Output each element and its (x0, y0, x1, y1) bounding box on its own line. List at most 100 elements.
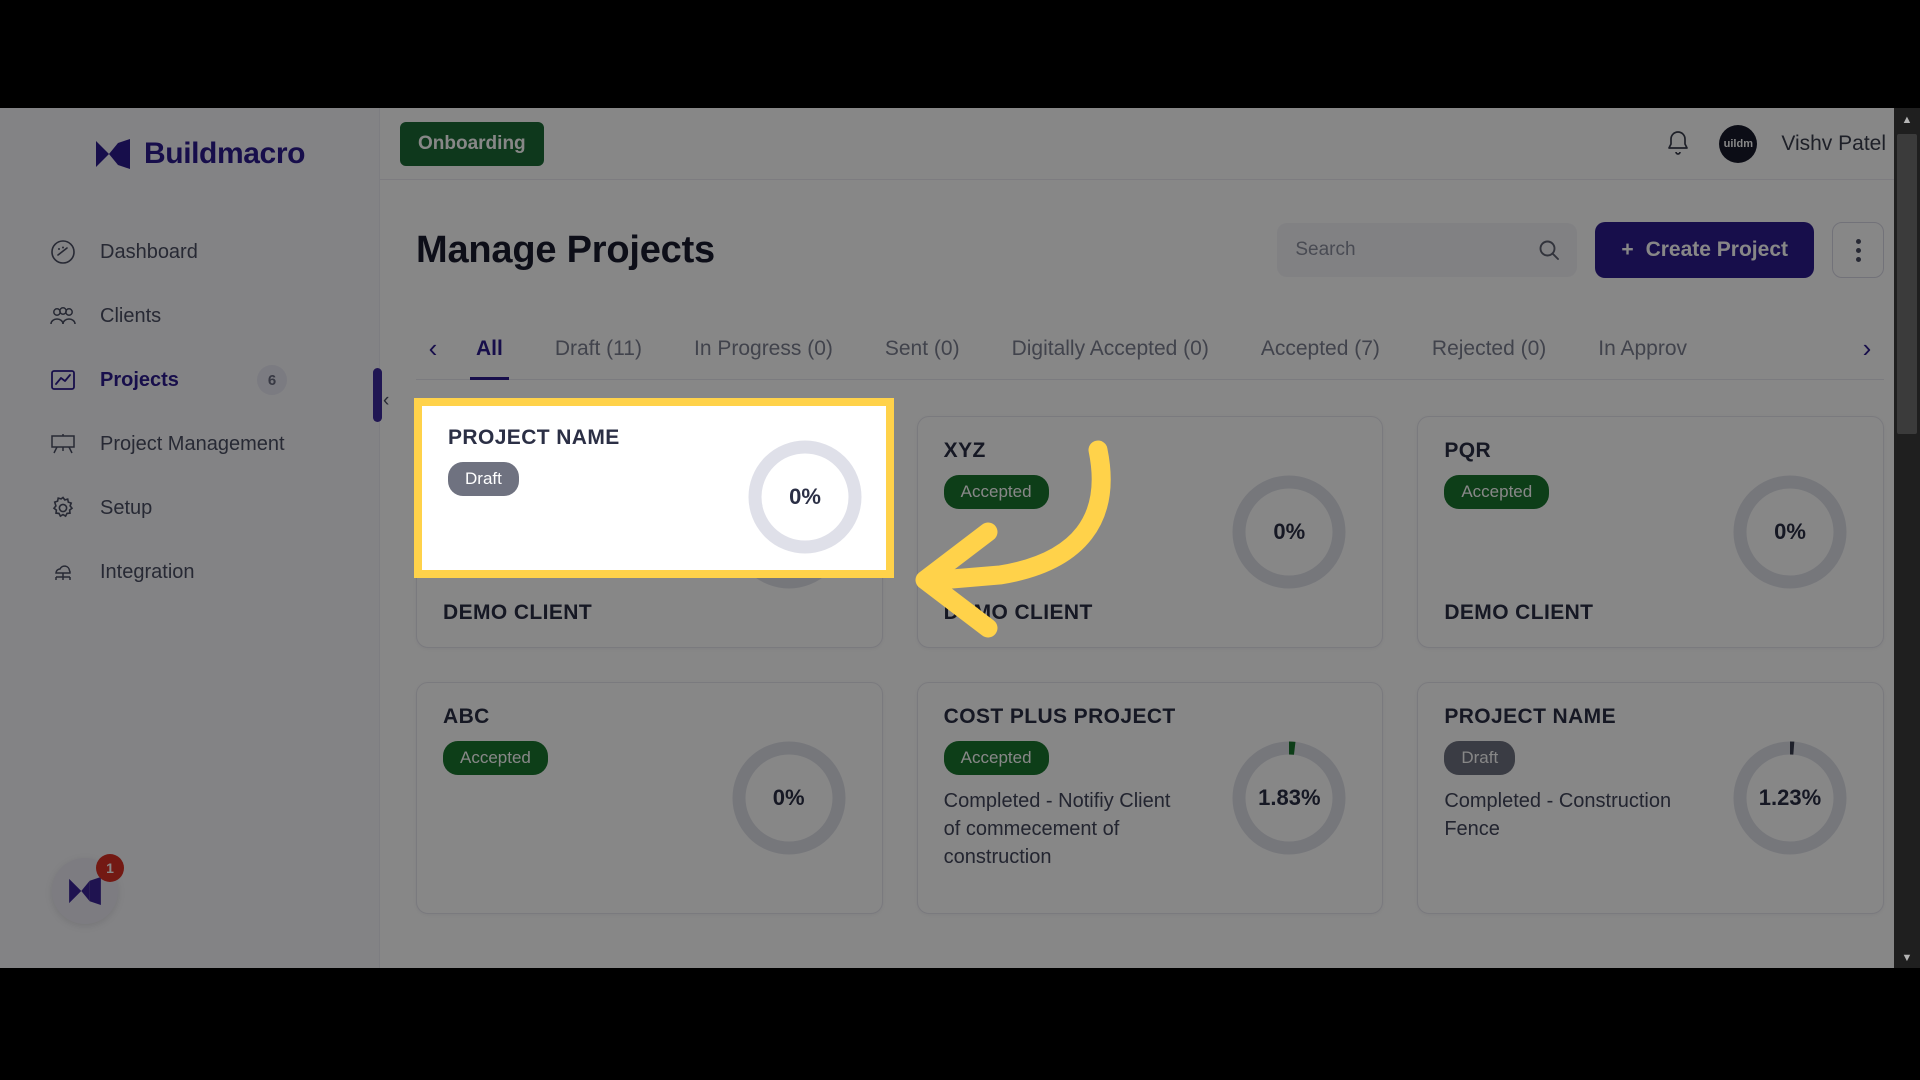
status-badge: Accepted (943, 741, 1049, 775)
sidebar-item-label: Project Management (100, 432, 285, 455)
project-card[interactable]: ABC Accepted 0% (416, 682, 883, 914)
sidebar-item-label: Clients (100, 304, 162, 327)
scrollbar-thumb[interactable] (1897, 134, 1917, 434)
tab-rejected[interactable]: Rejected (0) (1406, 318, 1572, 380)
status-tabs: ‹ All Draft (11) In Progress (0) Sent (0… (416, 318, 1884, 380)
projects-count-badge: 6 (257, 365, 287, 395)
project-name: COST PLUS PROJECT (943, 705, 1176, 728)
project-name: PQR (1444, 439, 1492, 462)
status-badge: Accepted (943, 475, 1049, 509)
project-card[interactable]: COST PLUS PROJECT Accepted Completed - N… (916, 682, 1384, 914)
sidebar-item-setup[interactable]: Setup (0, 476, 379, 540)
progress-donut: 0% (1230, 473, 1348, 591)
status-badge: Accepted (1444, 475, 1550, 509)
sidebar-item-label: Projects (100, 368, 179, 391)
projects-grid: PROJECT NAME Draft DEMO CLIENT 0% XYZ Ac… (416, 416, 1884, 914)
progress-label: 0% (772, 519, 805, 544)
header-actions: + Create Project (1277, 222, 1884, 278)
people-group-icon (48, 301, 78, 331)
screen: Buildmacro Dashboard Clients Projects 6 … (0, 0, 1920, 1080)
brand-logo[interactable]: Buildmacro (0, 108, 379, 178)
project-name: ABC (443, 705, 490, 728)
project-name: PROJECT NAME (443, 439, 615, 462)
sidebar: Buildmacro Dashboard Clients Projects 6 … (0, 108, 380, 968)
project-note: Completed - Construction Fence (1444, 790, 1672, 840)
application-window: Buildmacro Dashboard Clients Projects 6 … (0, 108, 1920, 968)
buildmacro-logo-icon (96, 139, 130, 169)
create-project-button[interactable]: + Create Project (1595, 222, 1814, 278)
chart-line-icon (48, 365, 78, 395)
plus-icon: + (1621, 238, 1634, 261)
progress-donut: 1.83% (1230, 739, 1348, 857)
search-icon[interactable] (1537, 238, 1561, 262)
chevron-left-icon[interactable]: ‹ (383, 390, 389, 412)
speedometer-icon (48, 237, 78, 267)
cloud-network-icon (48, 557, 78, 587)
sidebar-nav: Dashboard Clients Projects 6 Project Man… (0, 220, 379, 604)
sidebar-item-label: Setup (100, 496, 153, 519)
project-client: DEMO CLIENT (1444, 601, 1594, 624)
bell-icon[interactable] (1665, 129, 1695, 159)
progress-donut: 0% (730, 739, 848, 857)
tab-in-progress[interactable]: In Progress (0) (668, 318, 859, 380)
tab-draft[interactable]: Draft (11) (529, 318, 668, 380)
triangle-down-icon[interactable]: ▼ (1894, 952, 1920, 964)
floating-help-widget[interactable]: 1 (52, 854, 124, 924)
project-card[interactable]: PROJECT NAME Draft Completed - Construct… (1417, 682, 1884, 914)
tabs-scroll-area: All Draft (11) In Progress (0) Sent (0) … (450, 318, 1850, 380)
status-badge: Accepted (443, 741, 548, 775)
page-content: Manage Projects + (380, 180, 1920, 914)
progress-donut: 1.23% (1731, 739, 1849, 857)
onboarding-button[interactable]: Onboarding (400, 121, 544, 166)
project-card[interactable]: PQR Accepted DEMO CLIENT 0% (1417, 416, 1884, 648)
project-name: PROJECT NAME (1444, 705, 1616, 728)
search-box[interactable] (1277, 223, 1578, 277)
tabs-prev-chevron-left-icon[interactable]: ‹ (416, 318, 450, 380)
vertical-scrollbar[interactable]: ▲ ▼ (1894, 108, 1920, 968)
tab-digitally-accepted[interactable]: Digitally Accepted (0) (986, 318, 1235, 380)
project-client: DEMO CLIENT (943, 601, 1093, 624)
sidebar-item-label: Dashboard (100, 240, 198, 263)
widget-notification-badge: 1 (96, 854, 124, 882)
gear-icon (48, 493, 78, 523)
progress-label: 0% (1273, 519, 1306, 544)
tabs-next-chevron-right-icon[interactable]: › (1850, 318, 1884, 380)
tab-in-approval[interactable]: In Approv (1572, 318, 1713, 380)
brand-name: Buildmacro (144, 137, 306, 170)
presentation-board-icon (48, 429, 78, 459)
project-card[interactable]: PROJECT NAME Draft DEMO CLIENT 0% (416, 416, 883, 648)
tab-accepted[interactable]: Accepted (7) (1235, 318, 1406, 380)
project-client: DEMO CLIENT (443, 601, 593, 624)
buildmacro-logo-icon (69, 877, 101, 905)
main-content: Onboarding uildm Vishv Patel Manage Proj… (380, 108, 1920, 968)
project-note: Completed - Notifiy Client of commecemen… (943, 790, 1171, 868)
page-title: Manage Projects (416, 228, 715, 271)
triangle-up-icon[interactable]: ▲ (1894, 108, 1920, 132)
sidebar-item-label: Integration (100, 560, 195, 583)
progress-label: 0% (772, 785, 805, 810)
sidebar-item-projects[interactable]: Projects 6 (0, 348, 379, 412)
project-name: XYZ (943, 439, 986, 462)
progress-label: 0% (1774, 519, 1806, 544)
progress-label: 1.83% (1258, 785, 1321, 810)
progress-label: 1.23% (1758, 785, 1822, 810)
status-badge: Draft (443, 475, 514, 509)
progress-donut: 0% (1731, 473, 1849, 591)
page-header: Manage Projects + (416, 206, 1884, 294)
sidebar-collapse-handle[interactable] (373, 368, 382, 422)
top-bar: Onboarding uildm Vishv Patel (380, 108, 1920, 180)
sidebar-item-clients[interactable]: Clients (0, 284, 379, 348)
avatar[interactable]: uildm (1719, 124, 1758, 163)
username-label: Vishv Patel (1781, 131, 1886, 155)
more-vertical-icon[interactable] (1832, 222, 1884, 278)
search-input[interactable] (1295, 239, 1516, 261)
progress-donut: 0% (730, 473, 848, 591)
tab-all[interactable]: All (450, 318, 529, 380)
sidebar-item-integration[interactable]: Integration (0, 540, 379, 604)
sidebar-item-dashboard[interactable]: Dashboard (0, 220, 379, 284)
sidebar-item-project-management[interactable]: Project Management (0, 412, 379, 476)
tab-sent[interactable]: Sent (0) (859, 318, 986, 380)
project-card[interactable]: XYZ Accepted DEMO CLIENT 0% (916, 416, 1384, 648)
status-badge: Draft (1444, 741, 1516, 775)
top-bar-right: uildm Vishv Patel (1665, 124, 1886, 163)
